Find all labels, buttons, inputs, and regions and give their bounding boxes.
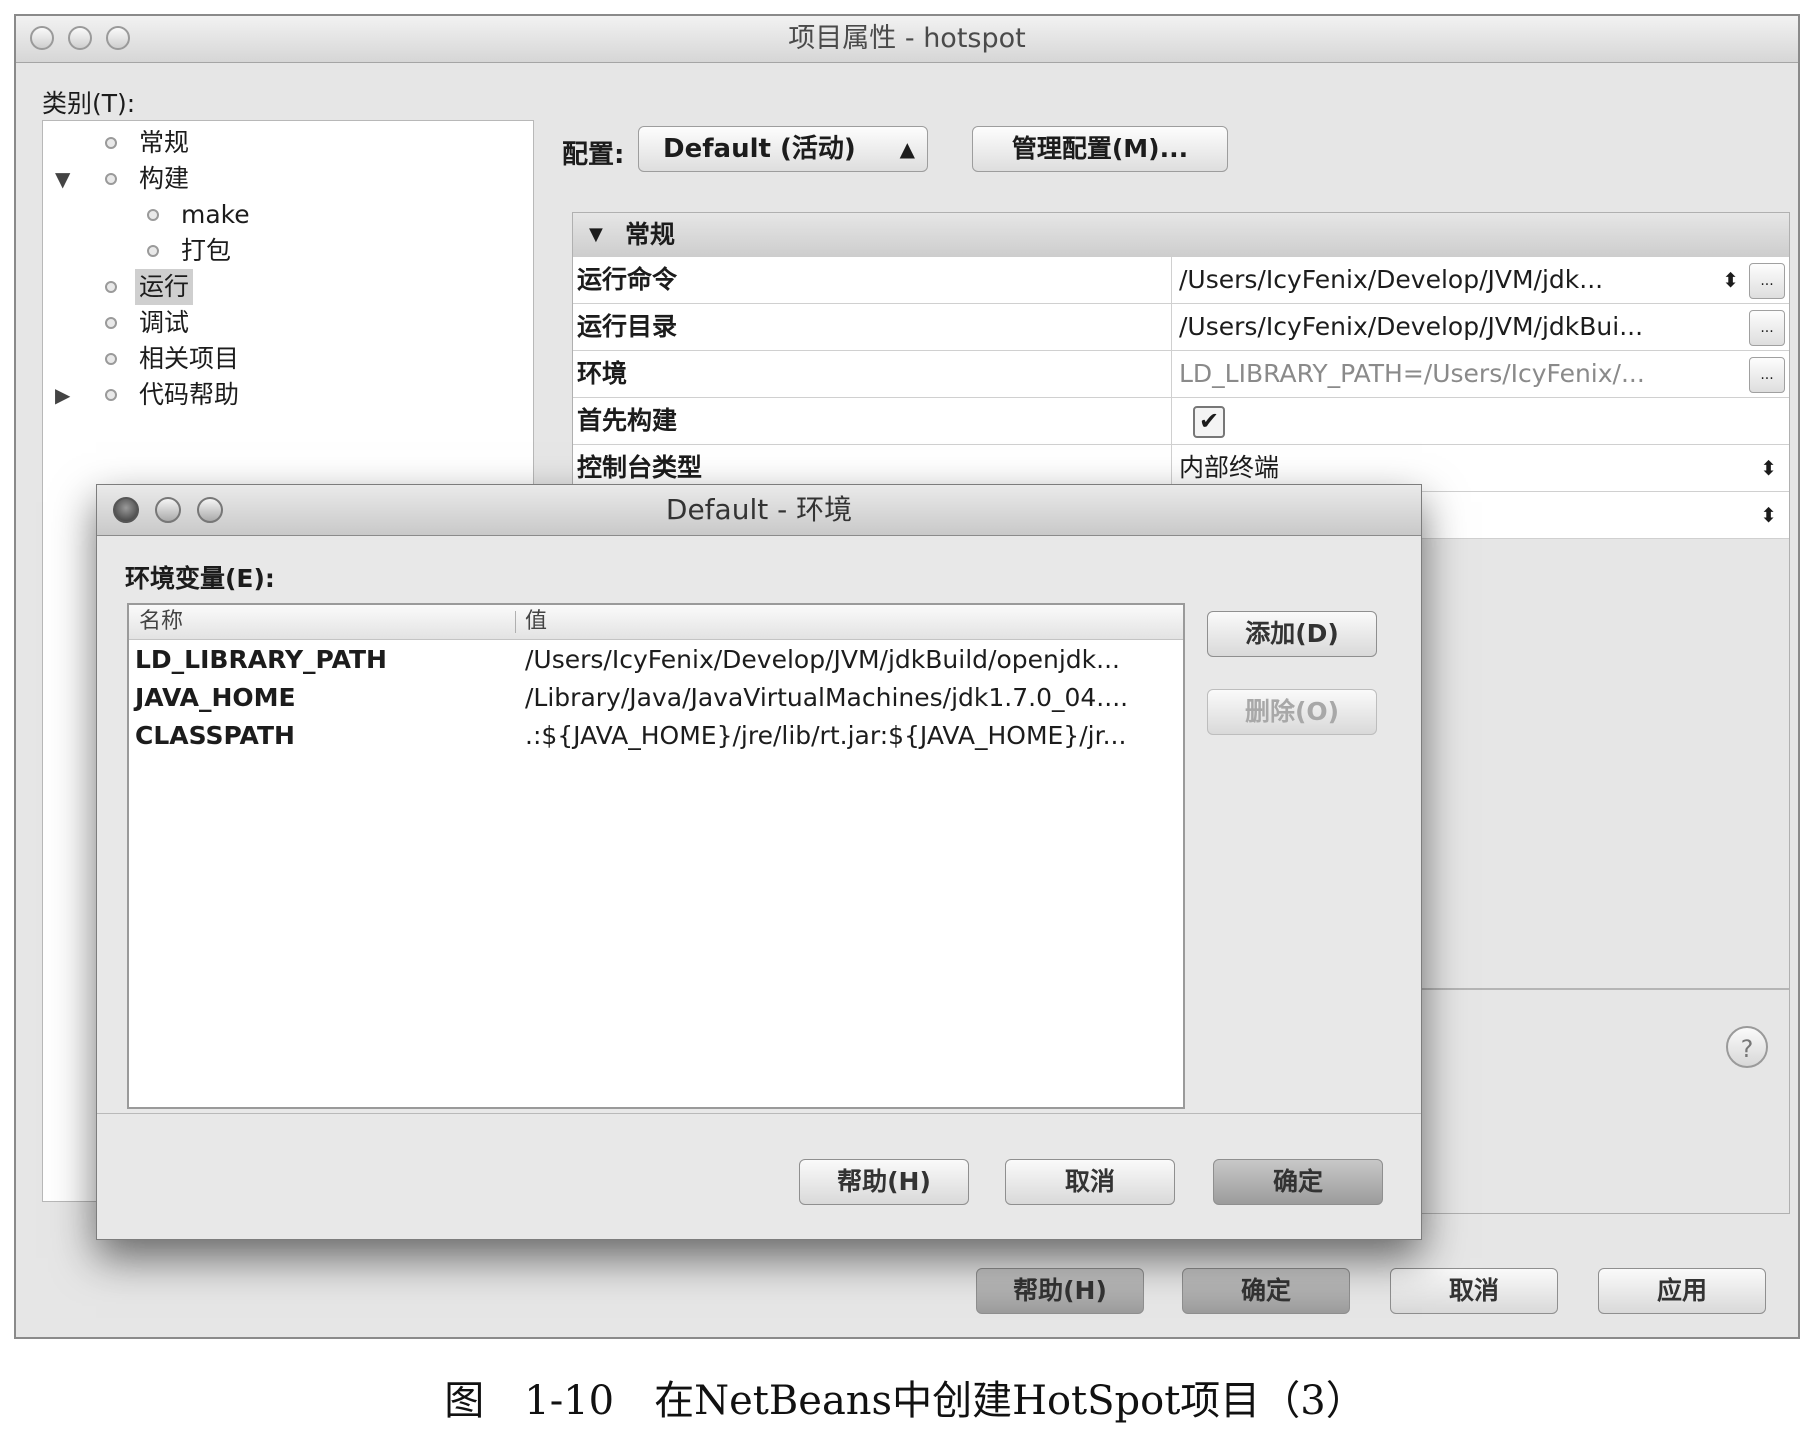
table-row[interactable]: LD_LIBRARY_PATH /Users/IcyFenix/Develop/… <box>129 641 1183 679</box>
config-select[interactable]: Default (活动) ▲ <box>638 126 928 172</box>
updown-arrows-icon[interactable]: ⬍ <box>1722 257 1739 303</box>
property-row-run-directory[interactable]: 运行目录 /Users/IcyFenix/Develop/JVM/jdkBui.… <box>573 304 1789 351</box>
manage-config-button[interactable]: 管理配置(M)... <box>972 126 1228 172</box>
node-bullet-icon <box>105 317 117 329</box>
tree-item-general[interactable]: 常规 <box>43 125 533 161</box>
column-header-value[interactable]: 值 <box>525 605 547 639</box>
figure-caption: 图 1-10 在NetBeans中创建HotSpot项目（3） <box>444 1378 1366 1424</box>
dialog-ok-button[interactable]: 确定 <box>1213 1159 1383 1205</box>
main-cancel-button[interactable]: 取消 <box>1390 1268 1558 1314</box>
window-title: 项目属性 - hotspot <box>788 23 1026 54</box>
add-button[interactable]: 添加(D) <box>1207 611 1377 657</box>
tree-item-make[interactable]: make <box>43 197 533 233</box>
main-ok-button[interactable]: 确定 <box>1182 1268 1350 1314</box>
node-bullet-icon <box>105 389 117 401</box>
section-header-general[interactable]: ▼ 常规 <box>573 213 1789 258</box>
node-bullet-icon <box>147 209 159 221</box>
browse-button[interactable]: ... <box>1749 263 1785 299</box>
dialog-help-button[interactable]: 帮助(H) <box>799 1159 969 1205</box>
delete-button[interactable]: 删除(O) <box>1207 689 1377 735</box>
main-apply-button[interactable]: 应用 <box>1598 1268 1766 1314</box>
column-header-name[interactable]: 名称 <box>139 605 183 639</box>
collapse-arrow-icon[interactable]: ▼ <box>589 213 603 257</box>
table-header: 名称 值 <box>129 605 1183 640</box>
build-first-checkbox[interactable]: ✔ <box>1193 406 1225 438</box>
help-icon[interactable]: ? <box>1726 1026 1768 1068</box>
expand-arrow-down-icon[interactable]: ▼ <box>55 161 70 197</box>
updown-arrows-icon: ▲ <box>899 137 915 161</box>
node-bullet-icon <box>105 281 117 293</box>
tree-item-code-assistance[interactable]: ▶ 代码帮助 <box>43 377 533 413</box>
table-row[interactable]: CLASSPATH .:${JAVA_HOME}/jre/lib/rt.jar:… <box>129 717 1183 755</box>
category-label: 类别(T): <box>42 89 136 118</box>
env-vars-label: 环境变量(E): <box>125 564 275 593</box>
browse-button[interactable]: ... <box>1749 310 1785 346</box>
main-titlebar: 项目属性 - hotspot <box>16 16 1798 63</box>
config-label: 配置: <box>562 140 625 170</box>
tree-item-package[interactable]: 打包 <box>43 233 533 269</box>
env-vars-table[interactable]: 名称 值 LD_LIBRARY_PATH /Users/IcyFenix/Dev… <box>127 603 1185 1109</box>
updown-arrows-icon[interactable]: ⬍ <box>1760 445 1777 491</box>
property-row-environment[interactable]: 环境 LD_LIBRARY_PATH=/Users/IcyFenix/... .… <box>573 351 1789 398</box>
tree-item-build[interactable]: ▼ 构建 <box>43 161 533 197</box>
updown-arrows-icon[interactable]: ⬍ <box>1760 492 1777 538</box>
dialog-cancel-button[interactable]: 取消 <box>1005 1159 1175 1205</box>
dialog-titlebar: Default - 环境 <box>97 485 1421 536</box>
environment-dialog: Default - 环境 环境变量(E): 名称 值 LD_LIBRARY_PA… <box>96 484 1422 1240</box>
dialog-footer-divider <box>97 1113 1421 1114</box>
node-bullet-icon <box>105 353 117 365</box>
property-row-run-command[interactable]: 运行命令 /Users/IcyFenix/Develop/JVM/jdk... … <box>573 257 1789 304</box>
node-bullet-icon <box>105 173 117 185</box>
tree-item-debug[interactable]: 调试 <box>43 305 533 341</box>
expand-arrow-right-icon[interactable]: ▶ <box>55 377 70 413</box>
property-row-build-first[interactable]: 首先构建 ✔ <box>573 398 1789 445</box>
main-help-button[interactable]: 帮助(H) <box>976 1268 1144 1314</box>
node-bullet-icon <box>147 245 159 257</box>
node-bullet-icon <box>105 137 117 149</box>
tree-item-run[interactable]: 运行 <box>43 269 533 305</box>
dialog-title: Default - 环境 <box>665 493 853 526</box>
tree-item-related-projects[interactable]: 相关项目 <box>43 341 533 377</box>
config-select-value: Default (活动) <box>663 134 856 164</box>
browse-button[interactable]: ... <box>1749 357 1785 393</box>
table-row[interactable]: JAVA_HOME /Library/Java/JavaVirtualMachi… <box>129 679 1183 717</box>
